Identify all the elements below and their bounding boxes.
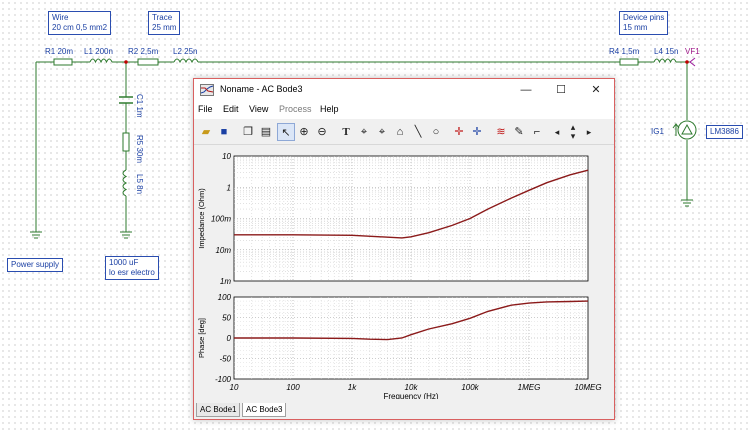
right-icon[interactable]: ▸ [580,123,598,141]
label-l4: L4 15n [654,47,679,56]
y-tick-label: 100 [218,293,232,302]
note-wire[interactable]: Wire 20 cm 0,5 mm2 [48,11,112,35]
tab-bar: AC Bode1 AC Bode3 [194,401,614,419]
tab-ac-bode3[interactable]: AC Bode3 [242,403,287,417]
voltage-probe-icon[interactable] [689,57,696,67]
note-electro[interactable]: 1000 uF lo esr electro [105,256,159,280]
y-tick-label: 0 [227,334,232,343]
label-l2: L2 25n [173,47,198,56]
bode-plot[interactable]: 1m10m100m110Impedance (Ohm)-100-50050100… [194,146,614,401]
label-l1: L1 200n [84,47,113,56]
label-r5: R5 30m [135,135,144,164]
close-button[interactable]: ✕ [586,82,606,98]
y-tick-label: 1 [227,183,231,192]
minimize-button[interactable]: — [516,82,536,98]
x-tick-label: 1MEG [518,383,541,392]
paste-icon[interactable]: ▤ [257,123,275,141]
note-line: Wire [52,13,69,22]
zoom-in-icon[interactable]: ⊕ [295,123,313,141]
y-tick-label: 50 [222,314,231,323]
note-line: Trace [152,13,173,22]
zoom-out-icon[interactable]: ⊖ [313,123,331,141]
cursor-a-icon[interactable]: ⌖ [355,123,373,141]
label-r2: R2 2,5m [128,47,159,56]
save-icon[interactable]: ■ [215,123,233,141]
note-line: 20 cm 0,5 mm2 [52,23,108,32]
y-tick-label: 10m [215,246,231,255]
toolbar: ▰ ■ ❐ ▤ ↖ ⊕ ⊖ T ⌖ ⌖ ⌂ ╲ ○ ✛ ✛ ≋ ✎ ⌐ ◂ ▴ ▾… [194,119,614,145]
ground-icon [681,199,693,207]
step-icon[interactable]: ⌐ [528,123,546,141]
resistor-r4[interactable] [619,58,639,66]
label-ig1: IG1 [651,127,664,136]
y-tick-label: 10 [222,152,231,161]
inductor-l1[interactable] [89,58,113,64]
ground-icon [30,231,42,239]
label-r1: R1 20m [45,47,74,56]
window-title: Noname - AC Bode3 [220,84,303,94]
chart-area: 1m 10m 100m 1 10 Impedance (Ohm) -100 -50 0 50 100… [194,146,614,401]
menu-file[interactable]: File [198,104,213,114]
label-icon[interactable]: ⌂ [391,123,409,141]
note-power-supply[interactable]: Power supply [7,258,64,272]
text-icon[interactable]: T [337,123,355,141]
inductor-l5[interactable] [122,169,128,197]
menu-edit[interactable]: Edit [223,104,239,114]
y-tick-label: 1m [220,277,231,286]
y-tick-label: 100m [211,215,231,224]
x-tick-label: 100k [461,383,479,392]
note-lm3886[interactable]: LM3886 [706,125,743,139]
x-tick-label: 10MEG [574,383,601,392]
current-source-icon[interactable] [672,120,697,140]
pen-icon[interactable]: ✎ [510,123,528,141]
note-line: lo esr electro [109,268,155,277]
tab-ac-bode1[interactable]: AC Bode1 [196,403,241,417]
label-l5: L5 8n [135,174,144,195]
menu-bar: File Edit View Process Help [194,101,614,119]
resistor-r5[interactable] [122,132,130,152]
curve-icon[interactable]: ≋ [492,123,510,141]
x-tick-label: 10k [405,383,419,392]
inductor-l2[interactable] [173,58,199,64]
menu-view[interactable]: View [249,104,268,114]
y-tick-label: -50 [219,355,231,364]
line-icon[interactable]: ╲ [409,123,427,141]
note-line: Device pins [623,13,665,22]
x-tick-label: 10 [230,383,239,392]
ground-icon [120,231,132,239]
y-axis-label: Impedance (Ohm) [197,188,206,249]
x-axis-label: Frequency (Hz) [383,392,438,399]
x-tick-label: 1k [348,383,357,392]
note-line: 1000 uF [109,258,139,267]
label-r4: R4 1,5m [609,47,640,56]
label-vf1: VF1 [685,47,700,56]
maximize-button[interactable]: ☐ [551,82,571,98]
note-line: 25 mm [152,23,177,32]
copy-icon[interactable]: ❐ [239,123,257,141]
label-c1: C1 1m [135,94,144,118]
ellipse-icon[interactable]: ○ [427,123,445,141]
note-trace[interactable]: Trace 25 mm [148,11,181,35]
bode-window[interactable]: Noname - AC Bode3 — ☐ ✕ File Edit View P… [193,78,615,420]
title-bar[interactable]: Noname - AC Bode3 — ☐ ✕ [194,79,614,101]
bode-plot-icon [200,84,214,96]
capacitor-c1[interactable] [119,96,133,104]
resistor-r1[interactable] [53,58,73,66]
resistor-r2[interactable] [137,58,159,66]
node-dot [685,60,689,64]
open-icon[interactable]: ▰ [197,123,215,141]
x-tick-label: 100 [286,383,300,392]
note-device-pins[interactable]: Device pins 15 mm [619,11,669,35]
y-axis-label: Phase [deg] [197,318,206,358]
menu-help[interactable]: Help [320,104,339,114]
cursor-b-icon[interactable]: ⌖ [373,123,391,141]
marker-icon[interactable]: ✛ [450,123,468,141]
menu-process[interactable]: Process [279,104,312,114]
inductor-l4[interactable] [653,58,677,64]
marker2-icon[interactable]: ✛ [468,123,486,141]
pointer-icon[interactable]: ↖ [277,123,295,141]
note-line: 15 mm [623,23,648,32]
node-dot [124,60,128,64]
